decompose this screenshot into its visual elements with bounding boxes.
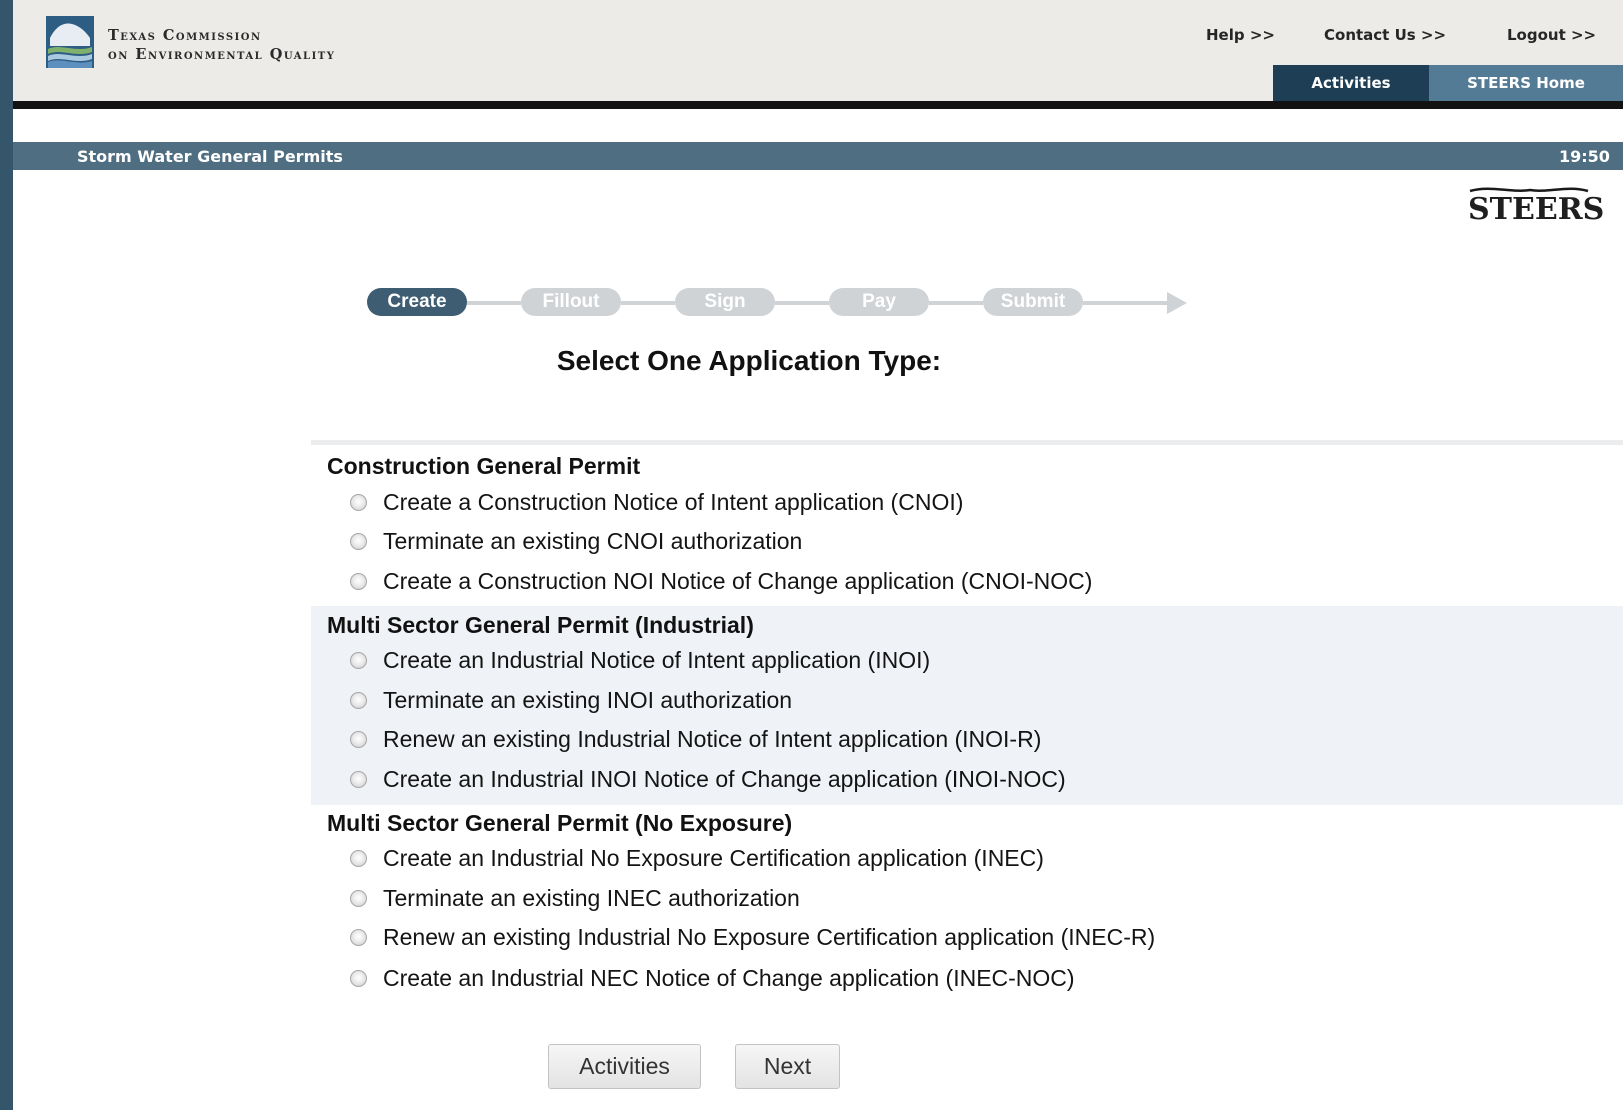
app-frame: Texas Commission on Environmental Qualit… [13,0,1623,1110]
radio-unchecked-icon[interactable] [350,849,367,867]
radio-unchecked-icon[interactable] [350,770,367,788]
step-connector [467,301,521,305]
option-inoi-noc[interactable]: Create an Industrial INOI Notice of Chan… [350,764,1066,794]
option-inoi-create[interactable]: Create an Industrial Notice of Intent ap… [350,645,930,675]
step-sign: Sign [675,288,775,316]
tceq-logo [46,16,94,68]
option-label[interactable]: Create an Industrial NEC Notice of Chang… [383,965,1075,992]
step-arrow-icon [1167,292,1187,314]
option-label[interactable]: Terminate an existing CNOI authorization [383,528,802,555]
radio-unchecked-icon[interactable] [350,889,367,907]
option-label[interactable]: Renew an existing Industrial Notice of I… [383,726,1041,753]
progress-steps: Create Fillout Sign Pay Submit [367,284,1187,322]
page-section-title: Storm Water General Permits [77,147,343,166]
steers-logo: STEERS [1468,187,1604,225]
option-label[interactable]: Create a Construction Notice of Intent a… [383,489,963,516]
step-connector [775,301,829,305]
option-cnoi-noc[interactable]: Create a Construction NOI Notice of Chan… [350,566,1092,596]
option-label[interactable]: Create an Industrial INOI Notice of Chan… [383,766,1066,793]
site-header: Texas Commission on Environmental Qualit… [13,0,1623,101]
org-name-line2: on Environmental Quality [108,46,336,63]
option-inec-noc[interactable]: Create an Industrial NEC Notice of Chang… [350,963,1075,993]
org-name-line1: Texas Commission [108,27,262,44]
clock-time: 19:50 [1559,147,1610,166]
header-divider [13,101,1623,109]
section-divider [311,440,1623,445]
option-inec-create[interactable]: Create an Industrial No Exposure Certifi… [350,843,1044,873]
step-create: Create [367,288,467,316]
tab-activities[interactable]: Activities [1273,65,1429,101]
logout-link[interactable]: Logout >> [1507,26,1596,44]
option-label[interactable]: Create an Industrial No Exposure Certifi… [383,845,1044,872]
step-pay: Pay [829,288,929,316]
next-button[interactable]: Next [735,1044,840,1089]
group-title-industrial: Multi Sector General Permit (Industrial) [327,612,754,638]
org-name: Texas Commission on Environmental Qualit… [108,26,335,64]
option-label[interactable]: Renew an existing Industrial No Exposure… [383,924,1155,951]
option-label[interactable]: Create an Industrial Notice of Intent ap… [383,647,930,674]
option-inec-renew[interactable]: Renew an existing Industrial No Exposure… [350,922,1155,952]
step-connector [621,301,675,305]
group-title-construction: Construction General Permit [327,453,641,479]
option-label[interactable]: Create a Construction NOI Notice of Chan… [383,568,1092,595]
option-inoi-terminate[interactable]: Terminate an existing INOI authorization [350,685,792,715]
option-label[interactable]: Terminate an existing INEC authorization [383,885,800,912]
option-cnoi-create[interactable]: Create a Construction Notice of Intent a… [350,487,963,517]
step-submit: Submit [983,288,1083,316]
activities-button[interactable]: Activities [548,1044,701,1089]
step-fillout: Fillout [521,288,621,316]
steers-logo-text: STEERS [1468,192,1604,225]
help-link[interactable]: Help >> [1206,26,1275,44]
radio-unchecked-icon[interactable] [350,532,367,550]
radio-unchecked-icon[interactable] [350,651,367,669]
option-label[interactable]: Terminate an existing INOI authorization [383,687,792,714]
radio-unchecked-icon[interactable] [350,691,367,709]
tab-steers-home[interactable]: STEERS Home [1429,65,1623,101]
radio-unchecked-icon[interactable] [350,928,367,946]
contact-us-link[interactable]: Contact Us >> [1324,26,1446,44]
option-inoi-renew[interactable]: Renew an existing Industrial Notice of I… [350,724,1041,754]
radio-unchecked-icon[interactable] [350,572,367,590]
step-connector [929,301,983,305]
title-bar: Storm Water General Permits 19:50 [13,142,1623,170]
radio-unchecked-icon[interactable] [350,493,367,511]
radio-unchecked-icon[interactable] [350,730,367,748]
group-title-no-exposure: Multi Sector General Permit (No Exposure… [327,810,793,836]
step-connector [1083,301,1173,305]
page-heading: Select One Application Type: [556,345,942,376]
option-cnoi-terminate[interactable]: Terminate an existing CNOI authorization [350,526,802,556]
radio-unchecked-icon[interactable] [350,969,367,987]
option-inec-terminate[interactable]: Terminate an existing INEC authorization [350,883,800,913]
